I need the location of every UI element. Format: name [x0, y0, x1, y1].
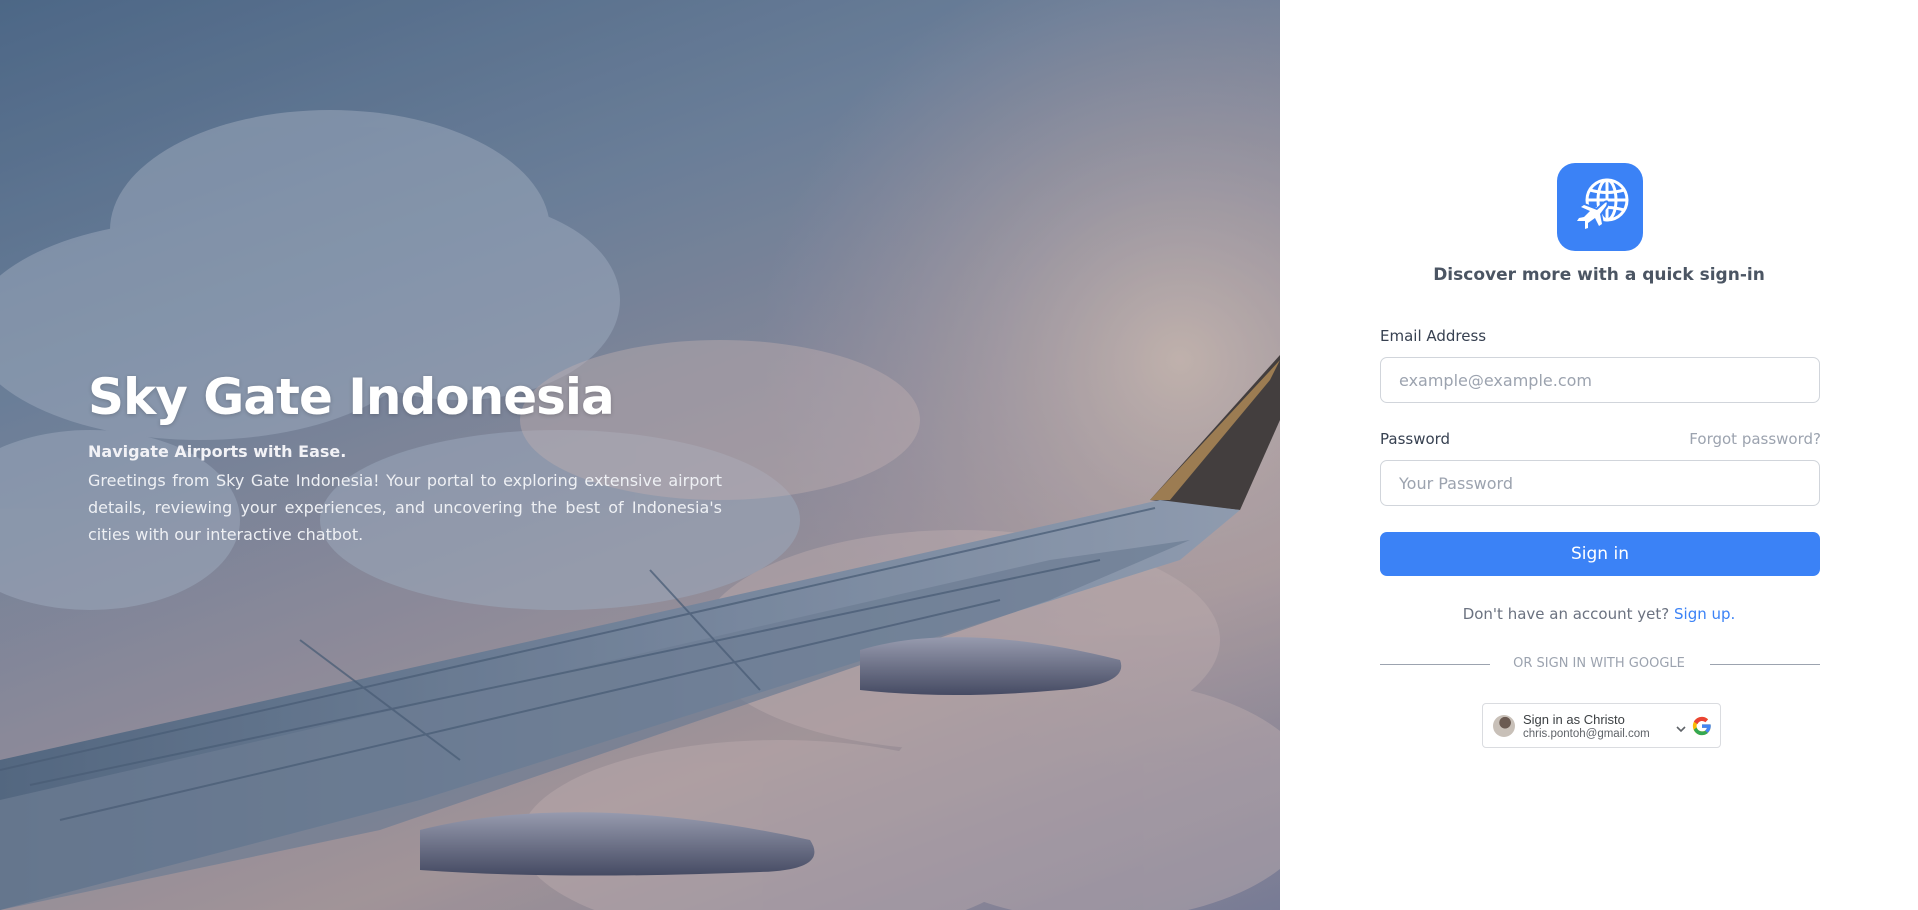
- signin-button[interactable]: Sign in: [1380, 532, 1820, 576]
- signin-tagline: Discover more with a quick sign-in: [1433, 265, 1765, 285]
- avatar: [1493, 715, 1515, 737]
- hero-description: Greetings from Sky Gate Indonesia! Your …: [88, 471, 722, 544]
- email-input[interactable]: [1380, 357, 1820, 403]
- google-signin-button[interactable]: Sign in as Christo chris.pontoh@gmail.co…: [1482, 703, 1721, 748]
- google-account-email: chris.pontoh@gmail.com: [1523, 728, 1650, 740]
- password-label: Password: [1380, 430, 1451, 448]
- signin-panel: Discover more with a quick sign-in Email…: [1280, 0, 1918, 910]
- hero-panel: Sky Gate Indonesia Navigate Airports wit…: [0, 0, 1280, 910]
- app-logo: [1557, 163, 1643, 251]
- password-input[interactable]: [1380, 460, 1820, 506]
- chevron-down-icon[interactable]: [1676, 726, 1686, 733]
- hero-title: Sky Gate Indonesia: [88, 368, 615, 426]
- divider-line-right: [1710, 664, 1820, 665]
- google-logo-icon: [1692, 716, 1711, 736]
- forgot-password-link[interactable]: Forgot password?: [1689, 430, 1821, 448]
- signup-prompt-text: Don't have an account yet?: [1462, 605, 1670, 623]
- globe-airplane-icon: [1575, 178, 1629, 231]
- hero-subtitle: Navigate Airports with Ease.: [88, 442, 347, 461]
- signup-prompt: Don't have an account yet? Sign up.: [1280, 605, 1918, 623]
- email-label: Email Address: [1380, 327, 1487, 345]
- google-divider-text: OR SIGN IN WITH GOOGLE: [1513, 656, 1685, 671]
- signup-link[interactable]: Sign up.: [1674, 605, 1735, 623]
- google-account-name: Sign in as Christo: [1523, 712, 1625, 727]
- hero-text: Sky Gate Indonesia Navigate Airports wit…: [88, 366, 722, 548]
